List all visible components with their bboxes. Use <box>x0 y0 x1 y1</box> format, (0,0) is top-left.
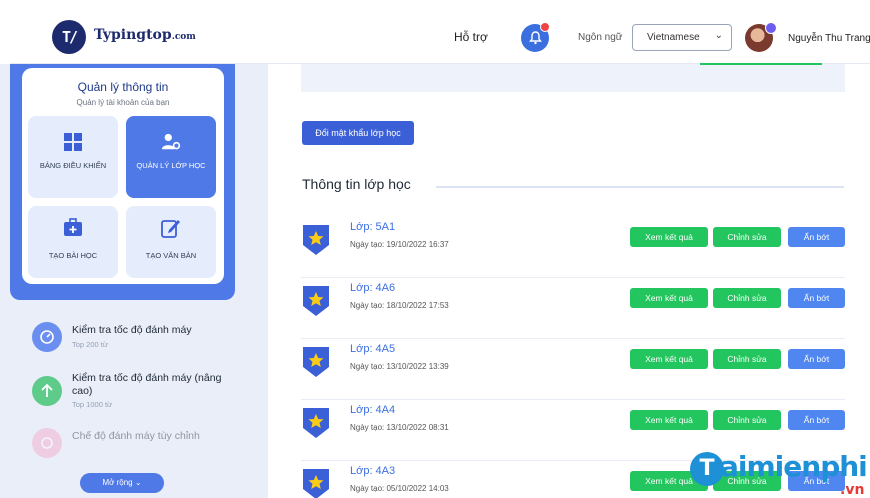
star-badge-icon <box>301 284 331 318</box>
menu-item-subtitle: Top 200 từ <box>72 340 108 349</box>
watermark-letter: T <box>690 452 724 486</box>
star-badge-icon <box>301 406 331 440</box>
class-created-date: Ngày tạo: 05/10/2022 14:03 <box>350 484 449 493</box>
view-results-button[interactable]: Xem kết quả <box>630 288 708 308</box>
logo-accent: top <box>146 27 172 43</box>
edit-class-button[interactable]: Chỉnh sửa <box>713 349 781 369</box>
expand-button[interactable]: Mở rộng ⌄ <box>80 473 164 493</box>
logo-brand: Typing <box>94 27 147 43</box>
tile-label: BẢNG ĐIỀU KHIỂN <box>39 161 107 170</box>
menu-item-custom-typing[interactable]: Chế độ đánh máy tùy chỉnh <box>32 428 232 460</box>
watermark-text: aimienphi <box>720 450 868 483</box>
hide-class-button[interactable]: Ẩn bớt <box>788 349 845 369</box>
custom-mode-icon <box>32 428 62 458</box>
class-name[interactable]: Lớp: 4A5 <box>350 343 395 355</box>
class-created-date: Ngày tạo: 13/10/2022 08:31 <box>350 423 449 432</box>
edit-icon <box>161 218 181 238</box>
top-info-panel <box>301 64 845 92</box>
tile-create-lesson[interactable]: TẠO BÀI HỌC <box>28 206 118 278</box>
watermark-suffix: .vn <box>840 482 865 498</box>
avatar-status-badge <box>765 22 777 34</box>
class-row: Lớp: 5A1 Ngày tạo: 19/10/2022 16:37 Xem kế… <box>301 217 845 278</box>
user-name[interactable]: Nguyễn Thu Trang <box>788 33 870 44</box>
view-results-button[interactable]: Xem kết quả <box>630 349 708 369</box>
briefcase-plus-icon <box>63 218 83 238</box>
star-badge-icon <box>301 345 331 379</box>
menu-item-title: Chế độ đánh máy tùy chỉnh <box>72 430 200 442</box>
view-results-button[interactable]: Xem kết quả <box>630 410 708 430</box>
tile-label: TẠO BÀI HỌC <box>48 251 98 260</box>
watermark-logo: T aimienphi .vn <box>690 448 870 498</box>
logo-tld: .com <box>171 32 196 42</box>
tile-class-management[interactable]: QUẢN LÝ LỚP HỌC <box>126 116 216 198</box>
section-title: Thông tin lớp học <box>302 176 411 192</box>
logo-wordmark[interactable]: Typingtop.com <box>94 27 196 43</box>
language-select[interactable]: Vietnamese ⌄ <box>632 24 732 51</box>
menu-item-speed-test[interactable]: Kiểm tra tốc độ đánh máy Top 200 từ <box>32 322 232 362</box>
panel-accent-line <box>700 63 822 65</box>
class-created-date: Ngày tạo: 19/10/2022 16:37 <box>350 240 449 249</box>
speedometer-icon <box>32 322 62 352</box>
support-link[interactable]: Hỗ trợ <box>454 30 488 44</box>
view-results-button[interactable]: Xem kết quả <box>630 227 708 247</box>
chevron-down-icon: ⌄ <box>714 30 723 41</box>
class-name[interactable]: Lớp: 5A1 <box>350 221 395 233</box>
arrow-up-icon <box>32 376 62 406</box>
card-subtitle: Quản lý tài khoản của bạn <box>76 98 170 107</box>
hide-class-button[interactable]: Ẩn bớt <box>788 288 845 308</box>
tile-create-text[interactable]: TẠO VĂN BẢN <box>126 206 216 278</box>
logo-icon[interactable]: T/ <box>52 20 86 54</box>
class-name[interactable]: Lớp: 4A6 <box>350 282 395 294</box>
class-row: Lớp: 4A5 Ngày tạo: 13/10/2022 13:39 Xem kế… <box>301 339 845 400</box>
card-title: Quản lý thông tin <box>77 80 169 94</box>
edit-class-button[interactable]: Chỉnh sửa <box>713 410 781 430</box>
menu-item-advanced-speed-test[interactable]: Kiểm tra tốc độ đánh máy (nâng cao) Top … <box>32 372 232 416</box>
star-badge-icon <box>301 223 331 257</box>
edit-class-button[interactable]: Chỉnh sửa <box>713 227 781 247</box>
class-created-date: Ngày tạo: 18/10/2022 17:53 <box>350 301 449 310</box>
star-badge-icon <box>301 467 331 498</box>
tile-label: QUẢN LÝ LỚP HỌC <box>136 161 206 170</box>
menu-item-subtitle: Top 1000 từ <box>72 400 113 409</box>
top-header: T/ Typingtop.com Hỗ trợ Ngôn ngữ Vietnam… <box>10 12 870 64</box>
notification-badge <box>540 22 550 32</box>
language-value: Vietnamese <box>647 32 700 43</box>
info-management-card: Quản lý thông tin Quản lý tài khoản của … <box>22 68 224 284</box>
hide-class-button[interactable]: Ẩn bớt <box>788 227 845 247</box>
user-settings-icon <box>161 132 181 152</box>
section-divider <box>436 186 844 188</box>
tile-dashboard[interactable]: BẢNG ĐIỀU KHIỂN <box>28 116 118 198</box>
change-class-password-button[interactable]: Đổi mật khẩu lớp học <box>302 121 414 145</box>
edit-class-button[interactable]: Chỉnh sửa <box>713 288 781 308</box>
class-created-date: Ngày tạo: 13/10/2022 13:39 <box>350 362 449 371</box>
class-name[interactable]: Lớp: 4A4 <box>350 404 395 416</box>
class-row: Lớp: 4A6 Ngày tạo: 18/10/2022 17:53 Xem kế… <box>301 278 845 339</box>
hide-class-button[interactable]: Ẩn bớt <box>788 410 845 430</box>
logo-mark-text: T/ <box>61 28 78 46</box>
menu-item-title: Kiểm tra tốc độ đánh máy <box>72 324 192 336</box>
menu-item-title: Kiểm tra tốc độ đánh máy (nâng cao) <box>72 372 222 397</box>
dashboard-grid-icon <box>63 132 83 152</box>
class-name[interactable]: Lớp: 4A3 <box>350 465 395 477</box>
tile-label: TẠO VĂN BẢN <box>145 251 197 260</box>
language-label: Ngôn ngữ <box>578 32 623 43</box>
